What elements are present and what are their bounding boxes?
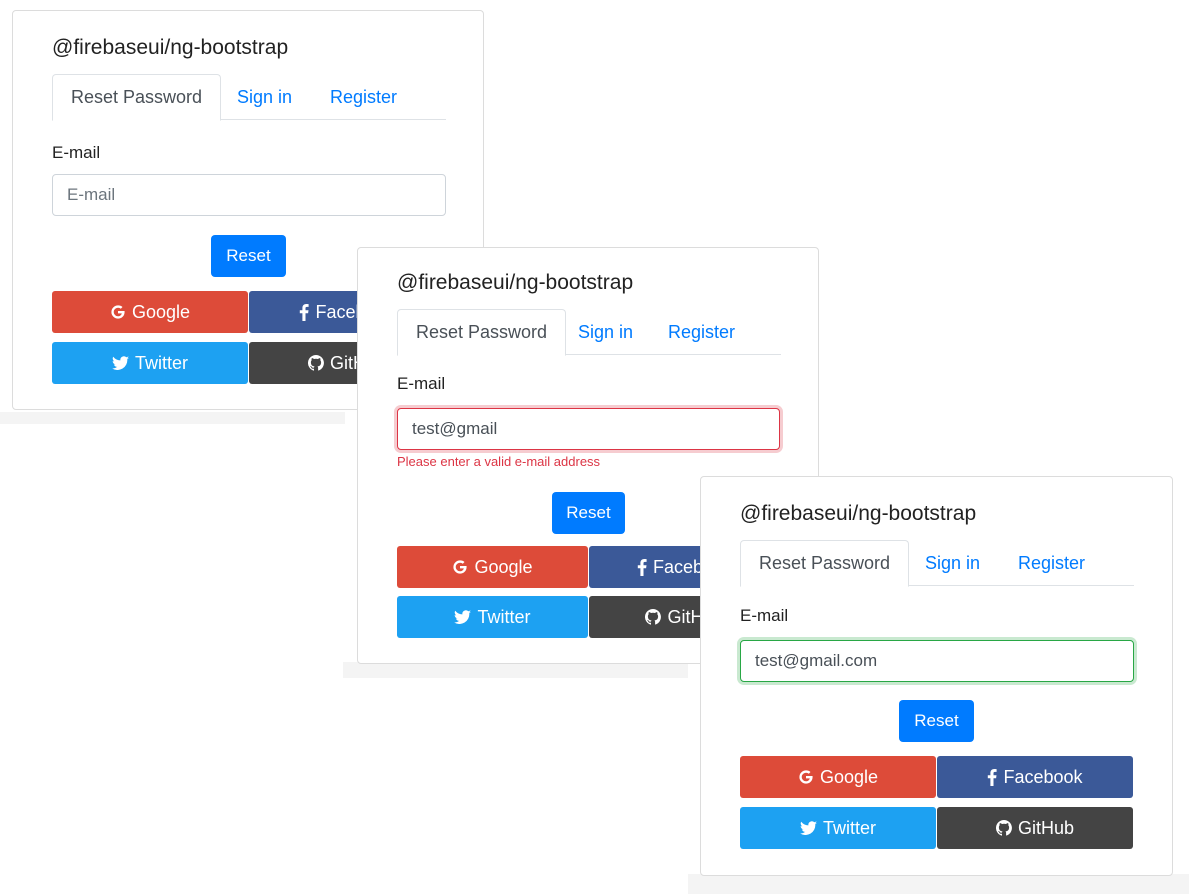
- google-login-button[interactable]: Google: [397, 546, 588, 588]
- reset-button[interactable]: Reset: [899, 700, 974, 742]
- twitter-bird-icon: [111, 356, 129, 370]
- email-input[interactable]: [397, 408, 780, 450]
- facebook-login-button[interactable]: Facebook: [937, 756, 1133, 798]
- card-shadow: [343, 662, 688, 678]
- card-title: @firebaseui/ng-bootstrap: [52, 36, 289, 59]
- google-label: Google: [131, 301, 191, 322]
- tab-register[interactable]: Register: [1018, 540, 1085, 586]
- github-octocat-icon: [645, 609, 662, 625]
- google-label: Google: [819, 766, 879, 787]
- email-input[interactable]: [740, 640, 1134, 682]
- github-label: GitHub: [1017, 817, 1075, 838]
- twitter-login-button[interactable]: Twitter: [740, 807, 936, 849]
- email-label: E-mail: [740, 606, 789, 625]
- card-shadow: [0, 412, 345, 424]
- facebook-f-icon: [299, 303, 310, 321]
- github-octocat-icon: [996, 820, 1012, 836]
- tab-register[interactable]: Register: [668, 309, 735, 355]
- reset-password-card-valid: @firebaseui/ng-bootstrap Reset Password …: [700, 476, 1173, 876]
- facebook-f-icon: [987, 768, 998, 786]
- tab-sign-in[interactable]: Sign in: [578, 309, 633, 355]
- email-input[interactable]: [52, 174, 446, 216]
- email-error-message: Please enter a valid e-mail address: [397, 454, 601, 469]
- github-login-button[interactable]: GitHub: [937, 807, 1133, 849]
- twitter-login-button[interactable]: Twitter: [397, 596, 588, 638]
- twitter-bird-icon: [454, 610, 472, 624]
- email-label: E-mail: [52, 143, 101, 162]
- github-octocat-icon: [308, 355, 324, 371]
- google-label: Google: [474, 556, 533, 577]
- tab-reset-password[interactable]: Reset Password: [52, 74, 222, 121]
- google-login-button[interactable]: Google: [52, 291, 248, 333]
- google-g-icon: [798, 769, 814, 785]
- tab-register[interactable]: Register: [330, 74, 397, 120]
- twitter-label: Twitter: [822, 817, 876, 838]
- tab-sign-in[interactable]: Sign in: [237, 74, 292, 120]
- reset-button[interactable]: Reset: [552, 492, 625, 534]
- facebook-f-icon: [637, 558, 647, 576]
- google-g-icon: [452, 559, 468, 575]
- email-label: E-mail: [397, 374, 446, 393]
- google-login-button[interactable]: Google: [740, 756, 936, 798]
- card-shadow: [688, 874, 1189, 894]
- tab-reset-password[interactable]: Reset Password: [397, 309, 567, 356]
- tab-bar: Reset Password Sign in Register: [52, 74, 446, 121]
- twitter-label: Twitter: [477, 606, 531, 627]
- twitter-login-button[interactable]: Twitter: [52, 342, 248, 384]
- google-g-icon: [110, 304, 126, 320]
- tab-bar: Reset Password Sign in Register: [397, 309, 781, 356]
- tab-bar: Reset Password Sign in Register: [740, 540, 1134, 587]
- facebook-label: Facebook: [1003, 766, 1083, 787]
- tab-sign-in[interactable]: Sign in: [925, 540, 980, 586]
- card-title: @firebaseui/ng-bootstrap: [397, 271, 634, 294]
- twitter-label: Twitter: [134, 352, 188, 373]
- tab-reset-password[interactable]: Reset Password: [740, 540, 910, 587]
- twitter-bird-icon: [799, 821, 817, 835]
- card-title: @firebaseui/ng-bootstrap: [740, 502, 977, 525]
- reset-button[interactable]: Reset: [211, 235, 286, 277]
